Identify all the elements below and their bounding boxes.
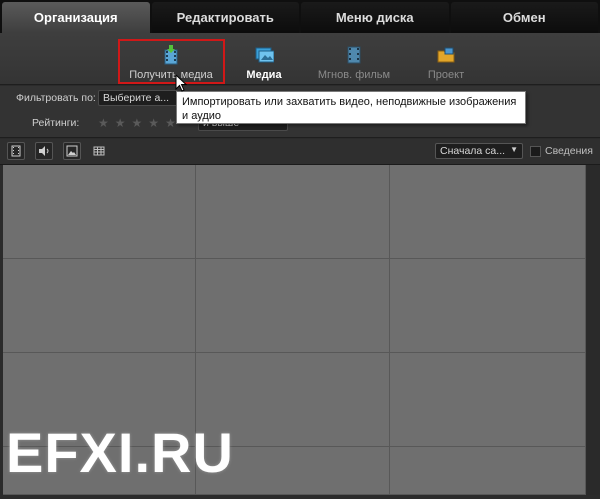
rating-stars[interactable]: ★ ★ ★ ★ ★ [98, 116, 176, 130]
sort-select-value: Сначала са... [440, 145, 506, 157]
details-label: Сведения [545, 145, 593, 157]
highlight-box [118, 39, 225, 84]
mouse-cursor-icon [175, 74, 187, 92]
media-label: Медиа [246, 69, 282, 81]
grid-cell[interactable] [196, 165, 390, 259]
workspace-tabs: Организация Редактировать Меню диска Обм… [0, 0, 600, 33]
star-icon[interactable]: ★ [165, 116, 176, 130]
star-icon[interactable]: ★ [132, 116, 143, 130]
bottom-resize-strip [0, 495, 600, 499]
star-icon[interactable]: ★ [148, 116, 159, 130]
grid-cell[interactable] [390, 447, 586, 495]
details-checkbox[interactable] [530, 146, 541, 157]
instant-movie-label: Мгнов. фильм [317, 69, 391, 81]
project-button[interactable]: Проект [424, 39, 468, 81]
show-images-button[interactable] [63, 142, 81, 160]
media-icon [254, 45, 275, 65]
film-icon [11, 145, 21, 157]
organize-subtoolbar: Получить медиа Медиа Мгнов. фильм Проект [0, 33, 600, 85]
filter-select[interactable]: Выберите а... [98, 90, 178, 106]
show-audio-button[interactable] [35, 142, 53, 160]
view-toolbar: Сначала са... ▼ Сведения [0, 139, 600, 165]
filter-label: Фильтровать по: [16, 92, 96, 104]
vertical-scrollbar[interactable] [587, 165, 600, 499]
tab-share[interactable]: Обмен [450, 2, 598, 33]
chevron-down-icon: ▼ [510, 145, 518, 154]
speaker-icon [39, 146, 49, 156]
folder-icon [436, 45, 456, 65]
grid-cell[interactable] [3, 259, 196, 353]
get-media-tooltip: Импортировать или захватить видео, непод… [176, 91, 526, 124]
watermark: EFXI.RU [6, 421, 234, 484]
grid-cell[interactable] [196, 259, 390, 353]
grid-cell[interactable] [3, 165, 196, 259]
image-icon [66, 145, 78, 157]
project-label: Проект [427, 69, 465, 81]
tab-edit[interactable]: Редактировать [151, 2, 299, 33]
star-icon[interactable]: ★ [115, 116, 126, 130]
film-icon [344, 45, 364, 65]
tab-organize[interactable]: Организация [2, 2, 150, 33]
tab-disc-menu[interactable]: Меню диска [301, 2, 449, 33]
grid-view-button[interactable] [90, 142, 108, 160]
star-icon[interactable]: ★ [98, 116, 109, 130]
sort-select[interactable]: Сначала са... ▼ [435, 143, 523, 159]
grid-cell[interactable] [390, 353, 586, 447]
grid-cell[interactable] [390, 259, 586, 353]
instant-movie-button[interactable]: Мгнов. фильм [316, 39, 392, 81]
ratings-label: Рейтинги: [32, 117, 80, 129]
media-button[interactable]: Медиа [244, 39, 284, 81]
grid-icon [93, 146, 105, 156]
grid-cell[interactable] [390, 165, 586, 259]
show-video-button[interactable] [7, 142, 25, 160]
